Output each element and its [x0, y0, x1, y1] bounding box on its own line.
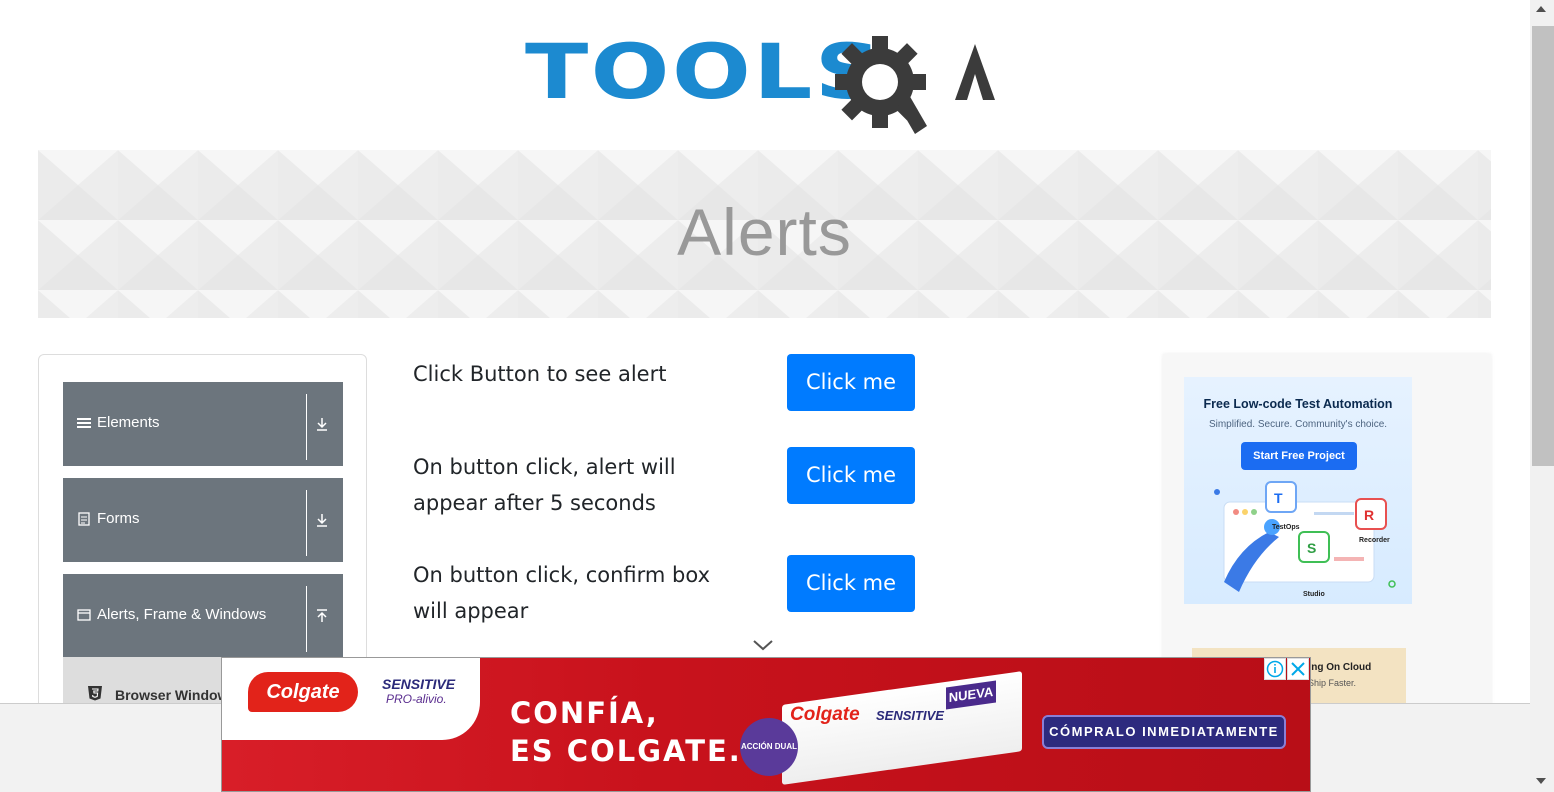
- upload-arrow-icon[interactable]: [315, 608, 329, 624]
- page-banner: Alerts: [38, 150, 1491, 318]
- ad-headline: Free Low-code Test Automation: [1203, 397, 1393, 411]
- ad-label: TestOps: [1272, 524, 1300, 531]
- confirm-box-description: On button click, confirm box will appear: [413, 563, 711, 623]
- box-brand: Colgate: [790, 704, 860, 725]
- sidebar-item-label: Browser Windows: [115, 687, 237, 703]
- divider: [306, 394, 307, 460]
- ad-slogan-line2: ES COLGATE.: [510, 734, 742, 768]
- adchoices-button[interactable]: [1264, 658, 1286, 680]
- window-icon: [77, 609, 91, 621]
- alert-button[interactable]: Click me: [787, 354, 915, 411]
- svg-text:S: S: [1307, 540, 1316, 556]
- gear-logo-icon: [835, 36, 995, 134]
- nav-group-forms[interactable]: Forms: [63, 478, 343, 562]
- download-arrow-icon[interactable]: [315, 512, 329, 528]
- svg-text:T: T: [1274, 490, 1283, 506]
- ad-subline: Simplified. Secure. Community's choice.: [1208, 419, 1388, 430]
- download-arrow-icon[interactable]: [315, 416, 329, 432]
- chevron-down-icon[interactable]: [752, 638, 774, 652]
- product-line: PRO-alivio.: [386, 692, 447, 706]
- alert-description: Click Button to see alert: [413, 362, 667, 386]
- toolsqa-logo[interactable]: TOOLS: [525, 30, 1015, 140]
- info-icon: [1266, 660, 1284, 678]
- nav-group-alerts-frame-windows[interactable]: Alerts, Frame & Windows: [63, 574, 343, 658]
- start-free-project-button[interactable]: Start Free Project: [1241, 442, 1357, 470]
- html5-icon: [88, 686, 102, 701]
- box-product: SENSITIVE: [876, 708, 944, 723]
- timer-alert-description: On button click, alert will appear after…: [413, 455, 676, 515]
- nav-group-label: Alerts, Frame & Windows: [97, 606, 267, 623]
- ad-label: Recorder: [1359, 537, 1390, 544]
- divider: [306, 490, 307, 556]
- colgate-ad-banner[interactable]: Colgate SENSITIVE PRO-alivio. CONFÍA, ES…: [221, 657, 1311, 792]
- ad-slogan-line1: CONFÍA,: [510, 696, 659, 730]
- divider: [306, 586, 307, 652]
- scroll-up-icon[interactable]: [1536, 6, 1546, 12]
- nav-group-elements[interactable]: Elements: [63, 382, 343, 466]
- colgate-logo: Colgate: [248, 672, 358, 712]
- katalon-ad[interactable]: Free Low-code Test Automation Simplified…: [1184, 377, 1412, 604]
- scrollbar-thumb[interactable]: [1532, 26, 1554, 466]
- ad-label: Studio: [1303, 591, 1325, 598]
- dual-action-seal: ACCIÓN DUAL: [740, 718, 798, 776]
- buy-now-button[interactable]: CÓMPRALO INMEDIATAMENTE: [1042, 715, 1286, 749]
- confirm-button[interactable]: Click me: [787, 555, 915, 612]
- page: TOOLS Alerts Elements Forms Alerts, Fram…: [0, 0, 1554, 792]
- svg-text:R: R: [1364, 507, 1374, 523]
- product-name: SENSITIVE: [382, 676, 456, 692]
- nav-group-label: Elements: [97, 414, 160, 431]
- scroll-down-icon[interactable]: [1536, 778, 1546, 784]
- page-scrollbar[interactable]: [1530, 0, 1554, 792]
- page-title: Alerts: [677, 195, 852, 269]
- nav-group-label: Forms: [97, 510, 140, 527]
- logo-wordmark: TOOLS: [525, 27, 884, 116]
- document-icon: [78, 512, 90, 526]
- close-icon: [1291, 662, 1305, 676]
- ad-close-button[interactable]: [1287, 658, 1309, 680]
- timer-alert-button[interactable]: Click me: [787, 447, 915, 504]
- hamburger-icon: [77, 418, 91, 428]
